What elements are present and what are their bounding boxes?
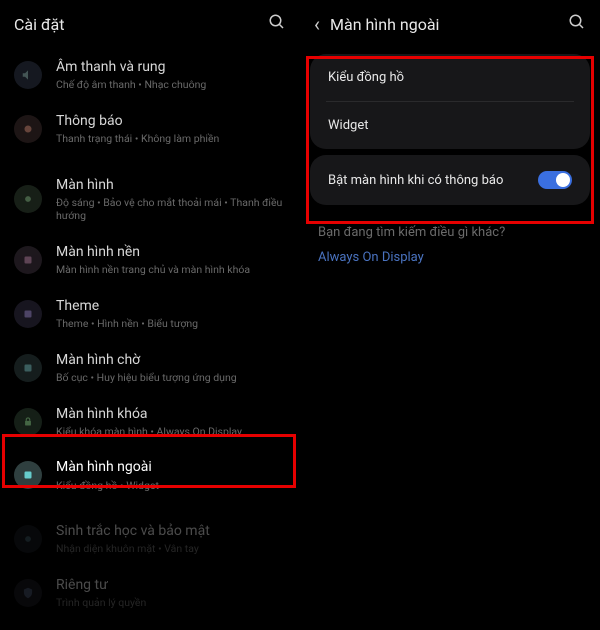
item-title: Theme [56,297,286,315]
settings-list: Âm thanh và rung Chế độ âm thanh • Nhạc … [0,48,300,630]
wallpaper-icon [14,246,42,274]
item-biometrics[interactable]: Sinh trắc học và bảo mật Nhận diện khuôn… [0,512,300,566]
display-icon [14,185,42,213]
item-title: Màn hình ngoài [56,458,286,476]
link-always-on-display[interactable]: Always On Display [300,244,600,271]
row-clock-style[interactable]: Kiểu đồng hồ [310,54,590,101]
item-title: Màn hình nền [56,243,286,261]
settings-panel: Cài đặt Âm thanh và rung Chế độ âm thanh… [0,0,300,600]
item-sub: Độ sáng • Bảo vệ cho mắt thoải mái • Tha… [56,196,286,223]
search-icon[interactable] [268,13,286,35]
item-title: Thông báo [56,112,286,130]
sound-icon [14,61,42,89]
row-label: Kiểu đồng hồ [328,70,572,85]
privacy-icon [14,579,42,607]
cover-screen-panel: ‹ Màn hình ngoài Kiểu đồng hồ Widget Bật… [300,0,600,600]
lock-icon [14,408,42,436]
row-label: Widget [328,118,572,133]
back-icon[interactable]: ‹ [314,14,320,34]
item-sub: Theme • Hình nền • Biểu tượng [56,317,286,331]
row-label: Bật màn hình khi có thông báo [328,173,538,188]
row-widget[interactable]: Widget [310,102,590,149]
item-notifications[interactable]: Thông báo Thanh trạng thái • Không làm p… [0,102,300,156]
item-home-screen[interactable]: Màn hình chờ Bố cục • Huy hiệu biểu tượn… [0,341,300,395]
item-title: Sinh trắc học và bảo mật [56,522,286,540]
right-title: Màn hình ngoài [330,15,568,34]
search-icon[interactable] [568,13,586,35]
bell-icon [14,115,42,143]
theme-icon [14,300,42,328]
item-sub: Nhận diện khuôn mặt • Vân tay [56,542,286,556]
fingerprint-icon [14,525,42,553]
item-cover-screen[interactable]: Màn hình ngoài Kiểu đồng hồ • Widget [0,448,300,502]
item-sub: Bố cục • Huy hiệu biểu tượng ứng dụng [56,371,286,385]
toggle-switch-on[interactable] [538,171,572,189]
item-sub: Thanh trạng thái • Không làm phiền [56,132,286,146]
item-sub: Kiểu đồng hồ • Widget [56,479,286,493]
item-sub: Kiểu khóa màn hình • Always On Display [56,425,286,439]
item-privacy[interactable]: Riêng tư Trình quản lý quyền [0,566,300,620]
item-display[interactable]: Màn hình Độ sáng • Bảo vệ cho mắt thoải … [0,166,300,233]
search-hint: Bạn đang tìm kiếm điều gì khác? [300,211,600,244]
left-title: Cài đặt [14,15,268,34]
item-sub: Màn hình nền trang chủ và màn hình khóa [56,263,286,277]
item-title: Riêng tư [56,576,286,594]
home-icon [14,354,42,382]
cover-screen-icon [14,461,42,489]
item-title: Màn hình chờ [56,351,286,369]
right-header: ‹ Màn hình ngoài [300,0,600,48]
item-title: Màn hình [56,176,286,194]
item-title: Âm thanh và rung [56,58,286,76]
item-sub: Chế độ âm thanh • Nhạc chuông [56,78,286,92]
item-lock-screen[interactable]: Màn hình khóa Kiểu khóa màn hình • Alway… [0,395,300,449]
toggle-card: Bật màn hình khi có thông báo [310,155,590,205]
item-title: Màn hình khóa [56,405,286,423]
item-sub: Trình quản lý quyền [56,596,286,610]
row-notification-toggle[interactable]: Bật màn hình khi có thông báo [310,155,590,205]
item-wallpaper[interactable]: Màn hình nền Màn hình nền trang chủ và m… [0,233,300,287]
options-card: Kiểu đồng hồ Widget [310,54,590,149]
item-themes[interactable]: Theme Theme • Hình nền • Biểu tượng [0,287,300,341]
item-sound[interactable]: Âm thanh và rung Chế độ âm thanh • Nhạc … [0,48,300,102]
left-header: Cài đặt [0,0,300,48]
